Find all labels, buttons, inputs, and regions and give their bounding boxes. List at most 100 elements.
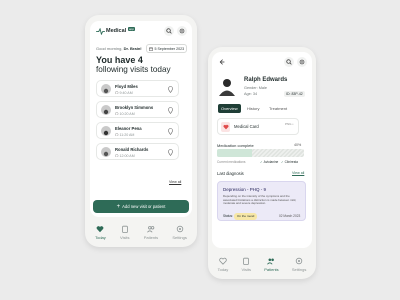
visit-time-text: 9:40 AM (119, 90, 133, 95)
tab-label: Patients (264, 266, 279, 272)
tab-overview[interactable]: Overview (218, 104, 241, 113)
avatar (101, 84, 111, 94)
home-screen: Medical app Good morning, Dr. Brain! 5 S… (85, 15, 197, 247)
location-icon (168, 86, 173, 93)
plus-icon: + (116, 203, 121, 210)
tab-patients[interactable]: Patients (144, 225, 158, 240)
patient-age: Age: 34 (244, 92, 258, 96)
status-badge: On the mend (234, 212, 258, 220)
clipboard-icon (121, 225, 128, 233)
medication-progress (217, 149, 304, 157)
tab-label: Visits (120, 234, 130, 240)
users-icon (147, 225, 155, 232)
tab-today[interactable]: Today (95, 225, 106, 240)
home-card: Medical app Good morning, Dr. Brain! 5 S… (90, 21, 192, 217)
clock-icon (115, 132, 119, 137)
date-text: 5 September 2023 (154, 46, 185, 51)
add-visit-label: Add new visit or patient (122, 204, 166, 209)
location-icon (168, 149, 173, 156)
clock-icon (115, 153, 119, 158)
patient-id-badge: ID: 83P-42 (284, 90, 305, 97)
gear-icon (179, 28, 185, 34)
visit-item[interactable]: Floyd Miles 9:40 AM (96, 80, 179, 97)
settings-button[interactable] (297, 57, 307, 67)
bottom-nav: Today Visits Patients Settings (208, 249, 316, 279)
search-button[interactable] (164, 26, 174, 36)
visit-name: Ronald Richards (115, 147, 149, 152)
tab-today[interactable]: Today (217, 257, 229, 272)
back-arrow-icon[interactable] (219, 59, 225, 65)
medical-card-title: Medical Card (234, 124, 259, 129)
tab-history[interactable]: History (244, 104, 262, 113)
visit-time: 11:20 AM (115, 133, 134, 137)
patient-screen: Ralph Edwards Gender: Male Age: 34 ID: 8… (208, 47, 316, 279)
visit-item[interactable]: Eleanor Pena 11:20 AM (96, 122, 179, 139)
tab-label: Today (95, 234, 106, 240)
clipboard-icon (243, 257, 250, 265)
brand-badge: app (128, 27, 136, 31)
current-meds-label: Current medications (217, 160, 246, 164)
tab-treatment[interactable]: Treatment (266, 104, 290, 113)
check-icon: ✓ (281, 160, 284, 164)
medical-card-badge: PNG • (285, 122, 294, 126)
medical-card[interactable]: Medical Card PNG • (217, 118, 299, 135)
tab-settings[interactable]: Settings (172, 225, 187, 240)
search-button[interactable] (284, 57, 294, 67)
visit-item[interactable]: Ronald Richards 12:00 AM (96, 143, 179, 160)
med-item: ✓ Aviolanine (260, 160, 278, 164)
visit-time-text: 12:00 AM (119, 153, 135, 158)
view-all-link[interactable]: View all (169, 180, 181, 184)
settings-button[interactable] (177, 26, 187, 36)
tab-label: Visits (241, 266, 251, 272)
clock-icon (115, 90, 119, 95)
headline-count: You have 4 (96, 55, 143, 65)
visit-time-text: 10:20 AM (119, 111, 135, 116)
visit-name: Floyd Miles (115, 84, 138, 89)
greeting: Good morning, Dr. Brain! (96, 46, 142, 51)
visit-time: 10:20 AM (115, 112, 135, 116)
tab-label: Settings (291, 266, 307, 272)
search-icon (166, 28, 172, 34)
tab-visits[interactable]: Visits (120, 225, 130, 240)
tab-patients[interactable]: Patients (264, 257, 279, 272)
diagnosis-card[interactable]: Depression - PHQ - 9 Depending on the in… (217, 181, 306, 221)
calendar-icon (149, 47, 153, 51)
patient-id: ID: 83P-42 (286, 91, 303, 96)
greeting-text: Good morning, (96, 46, 123, 51)
status-label: Status: (223, 214, 233, 218)
diagnosis-title: Depression - PHQ - 9 (223, 187, 267, 192)
avatar (101, 147, 111, 157)
medical-card-icon (221, 122, 230, 132)
logo-icon (96, 28, 105, 35)
med-item: ✓ Cliniresta (281, 160, 298, 164)
add-visit-button[interactable]: + Add new visit or patient (93, 200, 189, 213)
last-diagnosis-label: Last diagnosis (217, 171, 244, 176)
med-name: Cliniresta (284, 160, 298, 164)
patient-name: Ralph Edwards (244, 77, 288, 83)
patient-card: Ralph Edwards Gender: Male Age: 34 ID: 8… (212, 52, 312, 248)
date-pill[interactable]: 5 September 2023 (146, 44, 188, 53)
tab-label: Today (217, 266, 229, 272)
bottom-nav: Today Visits Patients Settings (85, 217, 197, 247)
heart-icon (97, 225, 104, 232)
visit-item[interactable]: Brooklyn Simmons 10:20 AM (96, 101, 179, 118)
med-name: Aviolanine (263, 160, 279, 164)
diagnosis-date: 02 March 2023 (279, 214, 301, 218)
visit-time-text: 11:20 AM (119, 132, 135, 137)
location-icon (168, 128, 173, 135)
medication-progress-fill (217, 149, 252, 157)
search-icon (286, 59, 292, 65)
tab-visits[interactable]: Visits (242, 257, 251, 272)
visit-time: 12:00 AM (115, 154, 135, 158)
tab-settings[interactable]: Settings (292, 257, 306, 272)
headline-sub: following visits today (96, 65, 171, 74)
visit-time: 9:40 AM (115, 91, 133, 95)
location-icon (168, 107, 173, 114)
medication-percent: 40% (294, 143, 302, 147)
patient-gender: Gender: Male (244, 86, 268, 90)
tab-label: Settings (172, 234, 187, 240)
diagnosis-view-all[interactable]: View all (292, 171, 304, 175)
clock-icon (115, 111, 119, 116)
tab-label: Patients (143, 234, 159, 240)
brand-name: Medical (106, 28, 127, 34)
